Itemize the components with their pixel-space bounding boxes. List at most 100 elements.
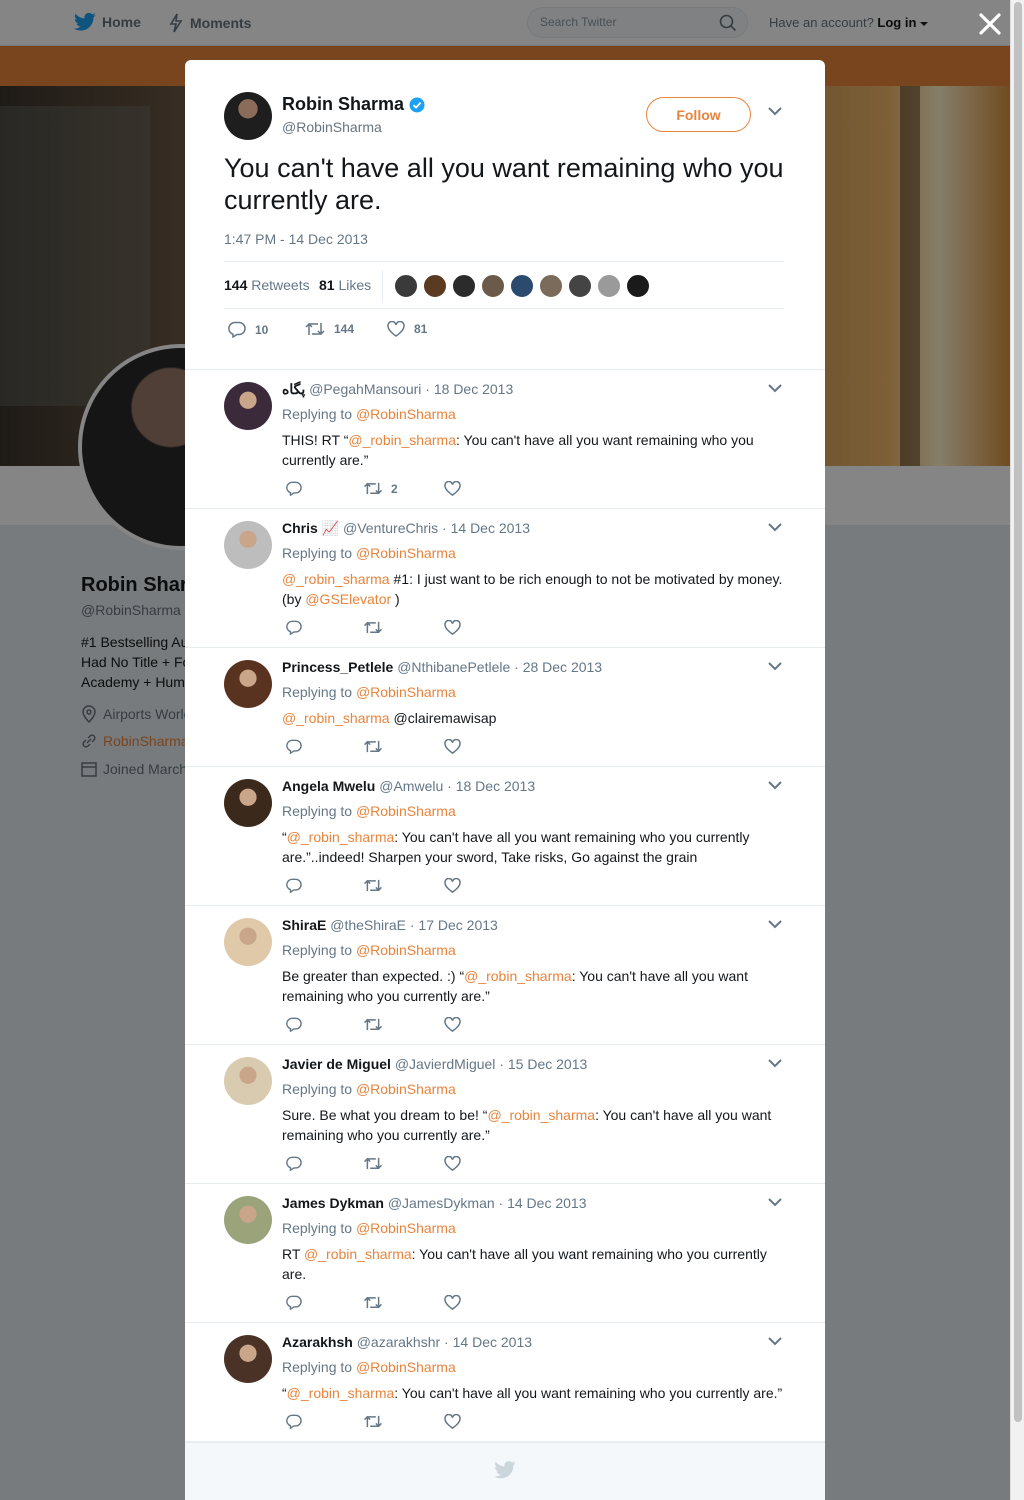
reply-tweet[interactable]: ShiraE @theShiraE · 17 Dec 2013 Replying … bbox=[185, 906, 825, 1045]
reply-author-handle[interactable]: @Amwelu bbox=[379, 778, 443, 794]
reply-date[interactable]: 15 Dec 2013 bbox=[508, 1056, 587, 1072]
retweet-action[interactable]: 2 bbox=[363, 481, 398, 496]
reply-author-name[interactable]: Angela Mwelu bbox=[282, 778, 375, 794]
replying-to-link[interactable]: @RobinSharma bbox=[356, 545, 456, 561]
replying-to-link[interactable]: @RobinSharma bbox=[356, 942, 456, 958]
like-action[interactable]: 81 bbox=[387, 321, 427, 337]
page-scrollbar[interactable] bbox=[1010, 0, 1024, 1500]
like-action[interactable] bbox=[444, 1156, 469, 1171]
reply-avatar[interactable] bbox=[224, 1057, 272, 1105]
reply-avatar[interactable] bbox=[224, 918, 272, 966]
reply-tweet[interactable]: Javier de Miguel @JavierdMiguel · 15 Dec… bbox=[185, 1045, 825, 1184]
retweets-stat[interactable]: 144 Retweets bbox=[224, 277, 310, 293]
reply-mention-link[interactable]: @_robin_sharma bbox=[287, 1385, 395, 1401]
author-avatar[interactable] bbox=[224, 92, 272, 140]
replying-to-link[interactable]: @RobinSharma bbox=[356, 1220, 456, 1236]
reply-mention-link[interactable]: @_robin_sharma bbox=[348, 432, 456, 448]
reply-mention-link[interactable]: @_robin_sharma bbox=[282, 571, 390, 587]
reply-mention-link[interactable]: @_robin_sharma bbox=[487, 1107, 595, 1123]
reply-tweet[interactable]: Angela Mwelu @Amwelu · 18 Dec 2013 Replyi… bbox=[185, 767, 825, 906]
reply-avatar[interactable] bbox=[224, 1196, 272, 1244]
follow-button[interactable]: Follow bbox=[646, 97, 751, 132]
reply-mention-link[interactable]: @_robin_sharma bbox=[464, 968, 572, 984]
reply-action[interactable] bbox=[286, 1017, 310, 1032]
retweet-action[interactable] bbox=[363, 878, 391, 893]
reply-author-handle[interactable]: @PegahMansouri bbox=[309, 381, 421, 397]
retweet-action[interactable] bbox=[363, 1295, 391, 1310]
replying-to-link[interactable]: @RobinSharma bbox=[356, 803, 456, 819]
reply-date[interactable]: 18 Dec 2013 bbox=[434, 381, 513, 397]
reply-action[interactable] bbox=[286, 1156, 310, 1171]
retweet-action[interactable] bbox=[363, 620, 391, 635]
liker-avatar[interactable] bbox=[539, 274, 563, 298]
reply-author-handle[interactable]: @JamesDykman bbox=[388, 1195, 495, 1211]
reply-action[interactable] bbox=[286, 739, 310, 754]
reply-action[interactable]: 10 bbox=[228, 321, 268, 338]
reply-action[interactable] bbox=[286, 1295, 310, 1310]
liker-avatar[interactable] bbox=[394, 274, 418, 298]
reply-tweet[interactable]: Azarakhsh @azarakhshr · 14 Dec 2013 Reply… bbox=[185, 1323, 825, 1442]
reply-action[interactable] bbox=[286, 1414, 310, 1429]
reply-author-handle[interactable]: @theShiraE bbox=[330, 917, 406, 933]
reply-date[interactable]: 14 Dec 2013 bbox=[453, 1334, 532, 1350]
reply-tweet[interactable]: James Dykman @JamesDykman · 14 Dec 2013 R… bbox=[185, 1184, 825, 1323]
reply-author-name[interactable]: James Dykman bbox=[282, 1195, 384, 1211]
reply-mention-link[interactable]: @_robin_sharma bbox=[304, 1246, 412, 1262]
liker-avatar[interactable] bbox=[568, 274, 592, 298]
reply-author-handle[interactable]: @JavierdMiguel bbox=[395, 1056, 496, 1072]
reply-date[interactable]: 18 Dec 2013 bbox=[456, 778, 535, 794]
reply-author-name[interactable]: پگاه bbox=[282, 381, 305, 397]
reply-action[interactable] bbox=[286, 878, 310, 893]
replying-to-link[interactable]: @RobinSharma bbox=[356, 406, 456, 422]
chevron-down-icon[interactable] bbox=[768, 1197, 782, 1207]
reply-avatar[interactable] bbox=[224, 779, 272, 827]
reply-date[interactable]: 17 Dec 2013 bbox=[418, 917, 497, 933]
reply-author-handle[interactable]: @NthibanePetlele bbox=[397, 659, 510, 675]
liker-avatar[interactable] bbox=[423, 274, 447, 298]
chevron-down-icon[interactable] bbox=[768, 661, 782, 671]
reply-author-name[interactable]: Chris 📈 bbox=[282, 520, 339, 536]
tweet-timestamp[interactable]: 1:47 PM - 14 Dec 2013 bbox=[224, 231, 368, 247]
reply-tweet[interactable]: Chris 📈 @VentureChris · 14 Dec 2013 Reply… bbox=[185, 509, 825, 648]
reply-tweet[interactable]: Princess_Petlele @NthibanePetlele · 28 D… bbox=[185, 648, 825, 767]
scrollbar-thumb[interactable] bbox=[1014, 2, 1022, 1422]
like-action[interactable] bbox=[444, 878, 469, 893]
retweet-action[interactable] bbox=[363, 1017, 391, 1032]
reply-action[interactable] bbox=[286, 620, 310, 635]
like-action[interactable] bbox=[444, 481, 469, 496]
like-action[interactable] bbox=[444, 739, 469, 754]
reply-date[interactable]: 28 Dec 2013 bbox=[523, 659, 602, 675]
chevron-down-icon[interactable] bbox=[768, 919, 782, 929]
reply-author-name[interactable]: Azarakhsh bbox=[282, 1334, 353, 1350]
author-name[interactable]: Robin Sharma bbox=[282, 94, 425, 115]
reply-author-name[interactable]: Javier de Miguel bbox=[282, 1056, 391, 1072]
chevron-down-icon[interactable] bbox=[768, 383, 782, 393]
reply-author-name[interactable]: ShiraE bbox=[282, 917, 326, 933]
liker-avatar[interactable] bbox=[597, 274, 621, 298]
close-icon[interactable] bbox=[976, 10, 1004, 38]
liker-avatar[interactable] bbox=[481, 274, 505, 298]
chevron-down-icon[interactable] bbox=[768, 106, 782, 116]
liker-avatar[interactable] bbox=[626, 274, 650, 298]
reply-avatar[interactable] bbox=[224, 1335, 272, 1383]
reply-avatar[interactable] bbox=[224, 660, 272, 708]
reply-author-handle[interactable]: @VentureChris bbox=[343, 520, 438, 536]
reply-mention-link[interactable]: @_robin_sharma bbox=[282, 710, 390, 726]
retweet-action[interactable]: 144 bbox=[305, 321, 354, 337]
reply-author-handle[interactable]: @azarakhshr bbox=[357, 1334, 440, 1350]
reply-date[interactable]: 14 Dec 2013 bbox=[451, 520, 530, 536]
reply-avatar[interactable] bbox=[224, 382, 272, 430]
reply-date[interactable]: 14 Dec 2013 bbox=[507, 1195, 586, 1211]
retweet-action[interactable] bbox=[363, 1414, 391, 1429]
reply-action[interactable] bbox=[286, 481, 310, 496]
chevron-down-icon[interactable] bbox=[768, 1058, 782, 1068]
chevron-down-icon[interactable] bbox=[768, 1336, 782, 1346]
author-handle[interactable]: @RobinSharma bbox=[282, 119, 382, 135]
chevron-down-icon[interactable] bbox=[768, 522, 782, 532]
reply-avatar[interactable] bbox=[224, 521, 272, 569]
reply-tweet[interactable]: پگاه @PegahMansouri · 18 Dec 2013 Replyin… bbox=[185, 370, 825, 509]
liker-avatar[interactable] bbox=[510, 274, 534, 298]
reply-mention-link-2[interactable]: @GSElevator bbox=[305, 591, 391, 607]
like-action[interactable] bbox=[444, 1414, 469, 1429]
retweet-action[interactable] bbox=[363, 1156, 391, 1171]
